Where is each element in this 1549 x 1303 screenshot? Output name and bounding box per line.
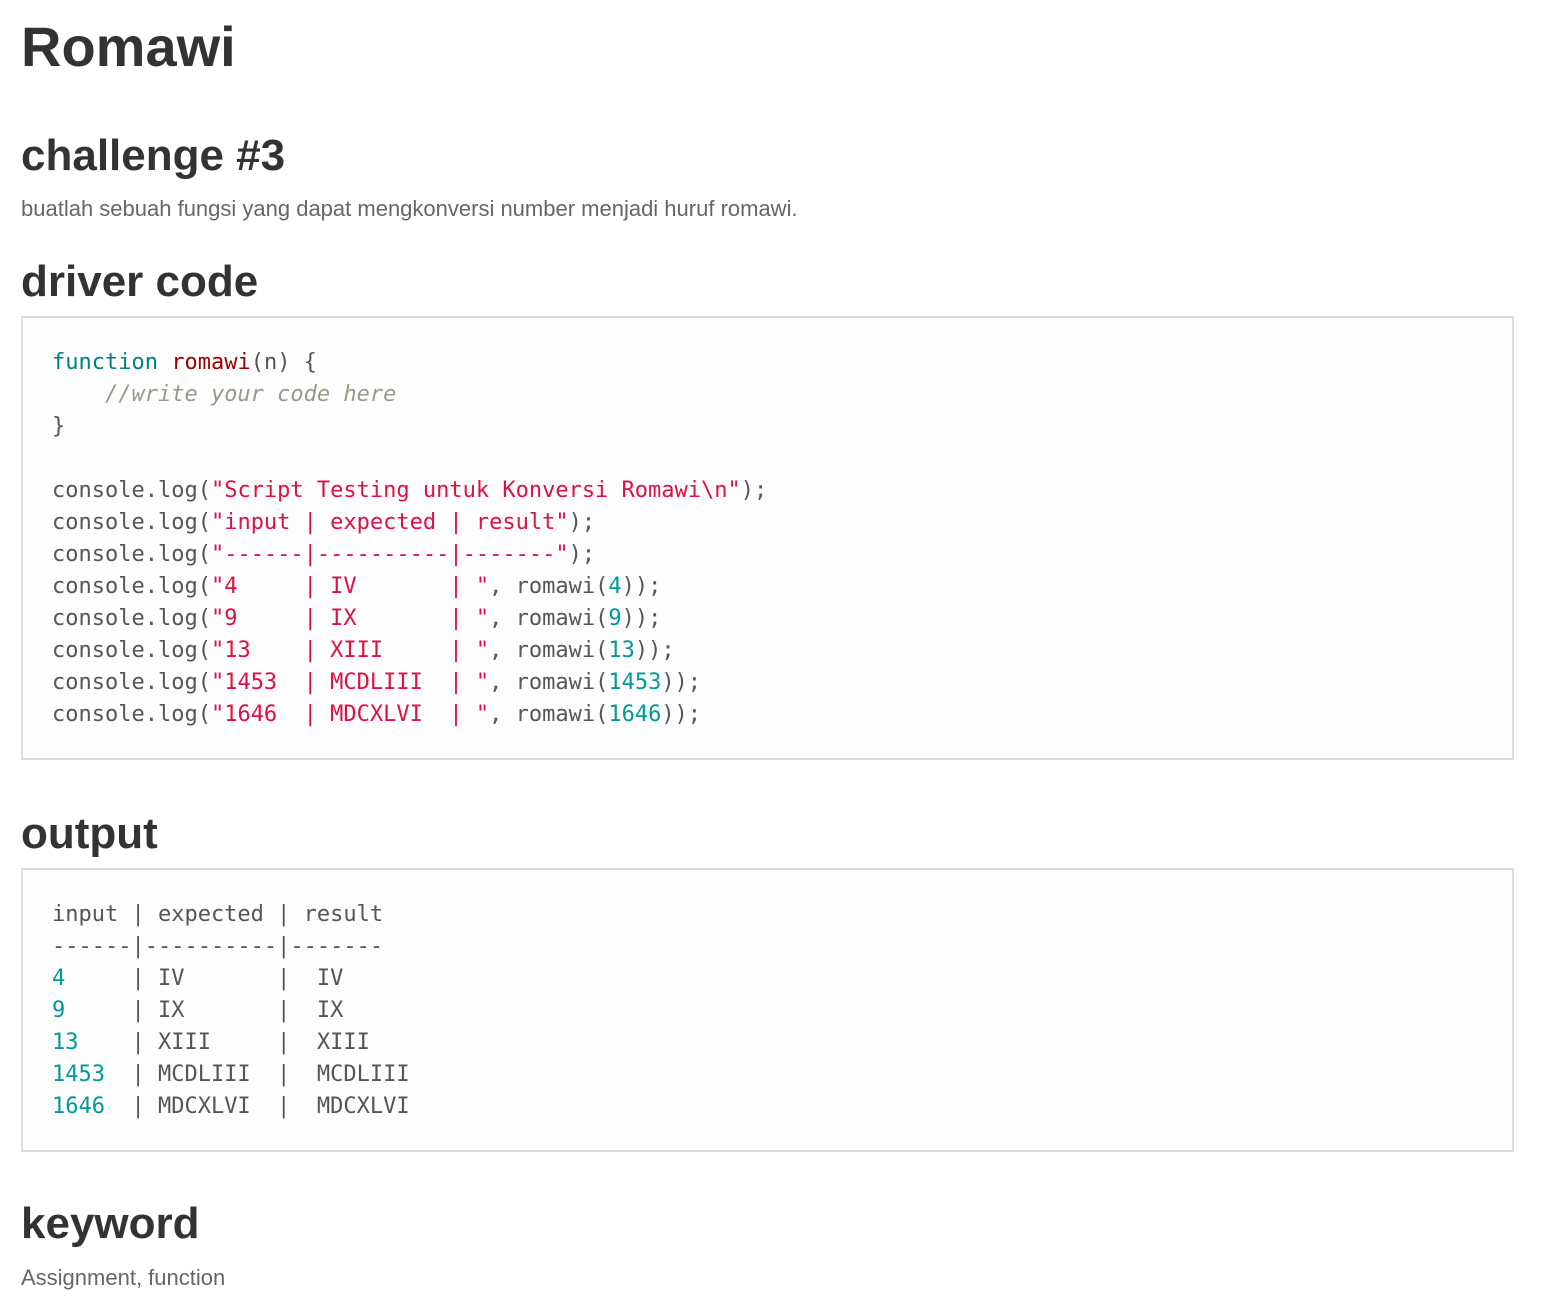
code-token: | MDCXLVI | MDCXLVI (104, 1094, 410, 1119)
code-line: console.log("Script Testing untuk Konver… (52, 475, 767, 507)
code-token: console.log( (52, 574, 211, 599)
code-token: | MCDLIII | MCDLIII (104, 1062, 410, 1087)
code-token: )); (621, 574, 662, 599)
code-line: } (52, 411, 767, 443)
keyword-heading: keyword (21, 1199, 200, 1248)
code-token: console.log( (52, 542, 211, 567)
code-line: ------|----------|------- (52, 931, 410, 963)
code-line: 1453 | MCDLIII | MCDLIII (52, 1059, 410, 1091)
code-token: "input | expected | result" (210, 510, 569, 535)
code-token: "9 | IX | " (210, 606, 490, 631)
code-token: 4 (608, 574, 622, 599)
page-title: Romawi (21, 15, 236, 78)
code-line: 9 | IX | IX (52, 995, 410, 1027)
code-token: 1646 (608, 702, 662, 727)
code-token: "------|----------|-------" (210, 542, 569, 567)
output-code: input | expected | result ------|--------… (52, 899, 410, 1123)
code-token: )); (621, 606, 662, 631)
code-token: )); (661, 670, 702, 695)
code-token: 9 (52, 998, 66, 1023)
code-line: input | expected | result (52, 899, 410, 931)
code-line: console.log("------|----------|-------")… (52, 539, 767, 571)
code-token: input | expected | result (52, 902, 384, 927)
code-token: console.log( (52, 638, 211, 663)
challenge-heading: challenge #3 (21, 131, 286, 180)
code-token: ); (568, 542, 596, 567)
driver-code-block: function romawi(n) { //write your code h… (21, 316, 1514, 760)
code-token: 13 (608, 638, 635, 663)
code-token: )); (661, 702, 702, 727)
code-token: console.log( (52, 510, 211, 535)
code-token: "1453 | MCDLIII | " (210, 670, 490, 695)
code-token: ------|----------|------- (52, 934, 384, 959)
code-token: romawi (171, 350, 251, 375)
challenge-description: buatlah sebuah fungsi yang dapat mengkon… (21, 196, 798, 221)
keyword-text: Assignment, function (21, 1265, 226, 1290)
code-token: ); (740, 478, 768, 503)
code-token: //write your code here (104, 382, 397, 407)
code-token: , romawi( (489, 702, 609, 727)
code-token: | IV | IV (65, 966, 344, 991)
code-token: )); (634, 638, 675, 663)
code-line: console.log("1453 | MCDLIII | ", romawi(… (52, 667, 767, 699)
code-token: | XIII | XIII (78, 1030, 370, 1055)
code-token: 1453 (608, 670, 662, 695)
driver-code: function romawi(n) { //write your code h… (52, 347, 767, 731)
code-line: 1646 | MDCXLVI | MDCXLVI (52, 1091, 410, 1123)
code-line: 13 | XIII | XIII (52, 1027, 410, 1059)
code-token: 4 (52, 966, 66, 991)
output-code-block: input | expected | result ------|--------… (21, 868, 1514, 1152)
code-token: "4 | IV | " (210, 574, 490, 599)
code-token: , romawi( (489, 638, 609, 663)
code-token: 1646 (52, 1094, 105, 1119)
code-token: , romawi( (489, 606, 609, 631)
code-line: console.log("4 | IV | ", romawi(4)); (52, 571, 767, 603)
code-token: function (52, 350, 158, 375)
code-line: //write your code here (52, 379, 767, 411)
output-heading: output (21, 809, 158, 858)
driver-code-heading: driver code (21, 257, 259, 306)
code-line: console.log("1646 | MDCXLVI | ", romawi(… (52, 699, 767, 731)
code-token: "13 | XIII | " (210, 638, 490, 663)
code-token: console.log( (52, 702, 211, 727)
code-line: console.log("9 | IX | ", romawi(9)); (52, 603, 767, 635)
code-token: 9 (608, 606, 622, 631)
code-token: , romawi( (489, 670, 609, 695)
code-token: | IX | IX (65, 998, 344, 1023)
code-line: function romawi(n) { (52, 347, 767, 379)
code-token: ); (568, 510, 596, 535)
code-token: console.log( (52, 670, 211, 695)
code-token: console.log( (52, 478, 211, 503)
code-token: 1453 (52, 1062, 105, 1087)
code-token: "1646 | MDCXLVI | " (210, 702, 490, 727)
code-token: 13 (52, 1030, 79, 1055)
code-token: "Script Testing untuk Konversi Romawi\n" (210, 478, 741, 503)
code-line: console.log("13 | XIII | ", romawi(13)); (52, 635, 767, 667)
code-token: (n) { (250, 350, 317, 375)
code-line: console.log("input | expected | result")… (52, 507, 767, 539)
code-token: console.log( (52, 606, 211, 631)
code-token: } (52, 414, 66, 439)
code-line: 4 | IV | IV (52, 963, 410, 995)
code-token: , romawi( (489, 574, 609, 599)
